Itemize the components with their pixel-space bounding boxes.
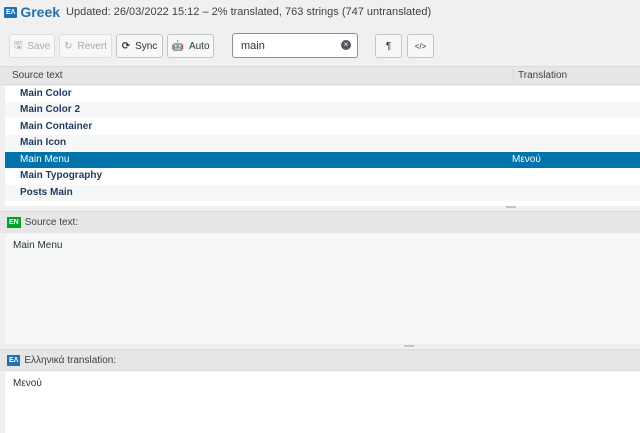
translation-stats: Updated: 26/03/2022 15:12 – 2% translate… bbox=[66, 6, 432, 18]
row-source: Main Container bbox=[20, 121, 93, 132]
row-source: Main Color bbox=[20, 88, 72, 99]
column-header-translation[interactable]: Translation bbox=[518, 70, 567, 81]
table-row[interactable]: Main Icon bbox=[5, 135, 640, 151]
english-flag-icon: EN bbox=[7, 217, 21, 228]
search-box[interactable]: main × bbox=[232, 33, 358, 58]
list-header: Source text Translation bbox=[0, 66, 640, 85]
row-source: Posts Main bbox=[20, 187, 73, 198]
save-label: Save bbox=[27, 40, 51, 52]
table-row[interactable]: Main Container bbox=[5, 119, 640, 135]
sync-label: Sync bbox=[135, 40, 158, 52]
pilcrow-icon: ¶ bbox=[385, 40, 392, 52]
column-header-source[interactable]: Source text bbox=[12, 70, 63, 81]
auto-label: Auto bbox=[188, 40, 210, 52]
editor-toolbar: 🖫 Save ↻ Revert ⟳ Sync 🤖 Auto main × ¶ <… bbox=[0, 28, 640, 64]
table-row[interactable]: Main Color 2 bbox=[5, 102, 640, 118]
translation-text[interactable]: Μενού bbox=[13, 378, 42, 389]
auto-button[interactable]: 🤖 Auto bbox=[167, 34, 214, 58]
sync-button[interactable]: ⟳ Sync bbox=[116, 34, 163, 58]
table-row-selected[interactable]: Main Menu Μενού bbox=[5, 152, 640, 168]
save-icon: 🖫 bbox=[13, 39, 23, 51]
string-list: Main Color Main Color 2 Main Container M… bbox=[5, 86, 640, 206]
revert-button[interactable]: ↻ Revert bbox=[59, 34, 112, 58]
resize-handle[interactable] bbox=[404, 345, 414, 347]
source-text: Main Menu bbox=[13, 240, 63, 251]
greek-flag-icon: ΕΛ bbox=[7, 355, 21, 366]
translation-panel-header: ΕΛ Ελληνικά translation: bbox=[0, 349, 640, 371]
table-row[interactable]: Main Color bbox=[5, 86, 640, 102]
revert-icon: ↻ bbox=[64, 40, 73, 52]
table-row[interactable]: Posts Main bbox=[5, 185, 640, 201]
row-source: Main Typography bbox=[20, 170, 103, 181]
translation-panel-title: Ελληνικά translation: bbox=[24, 355, 117, 366]
source-text-view: Main Menu bbox=[5, 234, 640, 344]
table-row[interactable]: Main Typography bbox=[5, 168, 640, 184]
row-source: Main Icon bbox=[20, 137, 67, 148]
row-source: Main Menu bbox=[20, 154, 70, 165]
resize-handle[interactable] bbox=[506, 206, 516, 208]
source-panel-title: Source text: bbox=[24, 217, 79, 228]
row-translation: Μενού bbox=[512, 154, 541, 165]
editor-header: ΕΛ Greek Updated: 26/03/2022 15:12 – 2% … bbox=[0, 0, 640, 24]
save-button[interactable]: 🖫 Save bbox=[9, 34, 55, 58]
revert-label: Revert bbox=[77, 40, 107, 52]
toggle-invisibles-button[interactable]: ¶ bbox=[375, 34, 402, 58]
robot-icon: 🤖 bbox=[171, 40, 184, 52]
greek-flag-icon: ΕΛ bbox=[4, 6, 18, 18]
language-name[interactable]: Greek bbox=[20, 4, 60, 20]
code-icon: </> bbox=[414, 41, 427, 51]
clear-search-icon[interactable]: × bbox=[341, 40, 351, 50]
row-source: Main Color 2 bbox=[20, 104, 81, 115]
translation-editor[interactable]: Μενού bbox=[5, 372, 640, 433]
column-divider[interactable] bbox=[513, 67, 514, 84]
sync-icon: ⟳ bbox=[121, 40, 131, 52]
source-panel-header: EN Source text: bbox=[0, 211, 640, 233]
search-input[interactable]: main bbox=[241, 40, 265, 52]
toggle-code-view-button[interactable]: </> bbox=[407, 34, 434, 58]
